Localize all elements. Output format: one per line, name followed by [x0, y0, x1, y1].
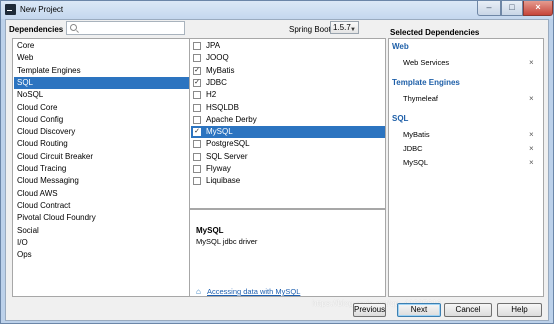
dependency-checkbox[interactable] [193, 115, 201, 124]
dependency-checkbox[interactable] [193, 152, 201, 161]
dependency-checkbox[interactable] [193, 165, 201, 173]
dependency-item[interactable]: ✓ MyBatis [191, 65, 385, 77]
selected-group-heading: Web [392, 42, 409, 51]
dependency-label: Liquibase [206, 176, 241, 186]
close-button[interactable]: × [523, 1, 553, 16]
category-item[interactable]: Cloud AWS [14, 188, 189, 200]
dependency-item[interactable]: ✓ MySQL [191, 126, 385, 139]
chevron-down-icon: ▼ [350, 27, 356, 33]
dependency-label: MySQL [206, 127, 233, 137]
category-item[interactable]: Ops [14, 249, 189, 261]
category-item[interactable]: Social [14, 225, 189, 237]
dependency-checkbox[interactable]: ✓ [193, 128, 201, 137]
remove-dependency-icon[interactable]: × [529, 158, 534, 167]
dependency-checkbox[interactable]: ✓ [193, 78, 201, 87]
selected-group-heading: SQL [392, 114, 409, 123]
selected-dependency-item: Thymeleaf [403, 94, 439, 103]
search-icon [70, 24, 77, 31]
category-item[interactable]: Cloud Circuit Breaker [14, 151, 189, 163]
selected-dependency-item: Web Services [403, 58, 450, 67]
spring-boot-version-value: 1.5.7 [333, 23, 351, 32]
dependencies-label: Dependencies [9, 25, 64, 34]
cancel-button[interactable]: Cancel [444, 303, 492, 317]
dependency-item[interactable]: Flyway [191, 163, 385, 175]
dependency-item[interactable]: ✓ JDBC [191, 77, 385, 89]
dependency-label: JPA [206, 41, 221, 50]
dependency-label: Flyway [206, 164, 231, 173]
dependency-label: H2 [206, 90, 217, 100]
guide-link-icon: ⌂ [196, 287, 201, 296]
title-bar: New Project – □ × [1, 1, 553, 19]
category-item[interactable]: Cloud Contract [14, 200, 189, 212]
category-item[interactable]: Cloud Core [14, 102, 189, 114]
category-item[interactable]: Cloud Routing [14, 138, 189, 150]
category-item[interactable]: Cloud Discovery [14, 126, 189, 138]
dependency-item[interactable]: SQL Server [191, 151, 385, 163]
remove-dependency-icon[interactable]: × [529, 94, 534, 103]
window-title: New Project [20, 5, 64, 14]
previous-button[interactable]: Previous [353, 303, 386, 317]
dependency-item[interactable]: H2 [191, 89, 385, 101]
description-text: MySQL jdbc driver [196, 237, 258, 246]
next-button[interactable]: Next [397, 303, 441, 317]
remove-dependency-icon[interactable]: × [529, 144, 534, 153]
category-item[interactable]: Cloud Messaging [14, 175, 189, 187]
dependency-label: HSQLDB [206, 102, 239, 112]
dependency-label: Apache Derby [206, 114, 257, 124]
dependency-list: JPA JOOQ ✓ MyBatis ✓ JDBC H2 HSQLDB Apache Derby… [189, 38, 386, 209]
category-item[interactable]: Cloud Config [14, 114, 189, 126]
dependency-label: PostgreSQL [206, 139, 250, 149]
category-item[interactable]: Template Engines [14, 65, 189, 77]
dependency-checkbox[interactable]: ✓ [193, 66, 201, 75]
selected-dependencies-title: Selected Dependencies [390, 28, 480, 37]
selected-dependency-item: MySQL [403, 158, 429, 167]
dependency-item[interactable]: Apache Derby [191, 114, 385, 126]
selected-dependency-item: JDBC [403, 144, 423, 153]
help-button[interactable]: Help [497, 303, 542, 317]
dependency-checkbox[interactable] [193, 91, 201, 100]
dependency-description: MySQL MySQL jdbc driver ⌂ Accessing data… [189, 209, 386, 297]
dependency-item[interactable]: JOOQ [191, 52, 385, 64]
dependency-label: MyBatis [206, 65, 235, 75]
app-icon [5, 4, 16, 15]
dependency-checkbox[interactable] [193, 103, 201, 112]
dependency-label: JOOQ [206, 53, 229, 63]
spring-boot-version-select[interactable]: 1.5.7 ▼ [330, 21, 359, 34]
description-title: MySQL [196, 226, 224, 235]
search-input[interactable] [66, 21, 185, 35]
minimize-button[interactable]: – [477, 1, 501, 16]
category-list: Core Web Template Engines SQL NoSQL Cloud Cor… [12, 38, 190, 297]
category-item[interactable]: Pivotal Cloud Foundry [14, 212, 189, 224]
dependency-item[interactable]: HSQLDB [191, 102, 385, 114]
dependency-checkbox[interactable] [193, 42, 201, 50]
remove-dependency-icon[interactable]: × [529, 130, 534, 139]
dependency-label: JDBC [206, 77, 227, 87]
maximize-button[interactable]: □ [501, 1, 523, 16]
category-item[interactable]: NoSQL [14, 89, 189, 101]
guide-link[interactable]: Accessing data with MySQL [207, 287, 300, 296]
category-item[interactable]: Web [14, 52, 189, 64]
category-item[interactable]: Core [14, 40, 189, 52]
dependency-label: SQL Server [206, 151, 248, 161]
remove-dependency-icon[interactable]: × [529, 58, 534, 67]
selected-group-heading: Template Engines [392, 78, 460, 87]
dependency-item[interactable]: Liquibase [191, 175, 385, 187]
dependency-checkbox[interactable] [193, 177, 201, 186]
selected-dependencies-panel: Web Web Services × Template Engines Thymelea… [388, 38, 544, 297]
dependency-checkbox[interactable] [193, 54, 201, 63]
category-item[interactable]: Cloud Tracing [14, 163, 189, 175]
dependency-item[interactable]: JPA [191, 40, 385, 52]
category-item[interactable]: SQL [14, 76, 189, 89]
dependency-item[interactable]: PostgreSQL [191, 138, 385, 150]
spring-boot-label: Spring Boot [289, 25, 331, 34]
category-item[interactable]: I/O [14, 237, 189, 249]
dependency-checkbox[interactable] [193, 140, 201, 149]
selected-dependency-item: MyBatis [403, 130, 430, 139]
